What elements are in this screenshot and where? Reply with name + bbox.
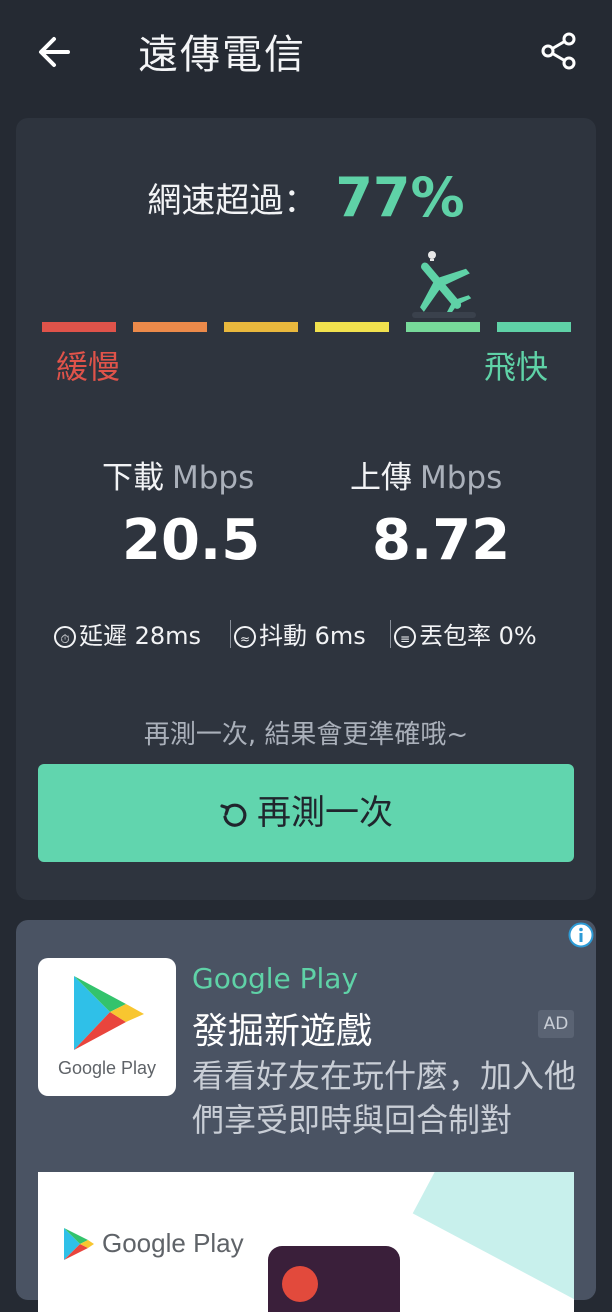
google-play-logo-text: Google Play xyxy=(57,1058,157,1078)
download-value: 20.5 xyxy=(122,508,261,573)
packet-loss-text: 丟包率 0% xyxy=(419,622,537,650)
share-icon[interactable] xyxy=(538,30,580,72)
latency-icon: ⏱ xyxy=(54,626,76,648)
speed-meter-segment xyxy=(224,322,298,332)
info-icon[interactable] xyxy=(568,922,594,948)
speed-meter-segment xyxy=(315,322,389,332)
latency-stat: ⏱ 延遲 28ms xyxy=(54,616,201,651)
stat-divider xyxy=(390,620,391,648)
packet-loss-icon: ≡ xyxy=(394,626,416,648)
ad-brand[interactable]: Google Play xyxy=(192,962,358,995)
speed-percentile: 網速超過： 77% xyxy=(0,166,612,229)
slow-label: 緩慢 xyxy=(56,348,121,386)
download-label: 下載 xyxy=(102,460,164,496)
upload-value: 8.72 xyxy=(372,508,511,573)
speed-meter-segment xyxy=(497,322,571,332)
page-title: 遠傳電信 xyxy=(138,32,306,78)
packet-loss-stat: ≡ 丟包率 0% xyxy=(394,616,537,651)
ad-title[interactable]: 發掘新遊戲 xyxy=(192,1002,372,1054)
speed-meter-segment xyxy=(406,322,480,332)
jitter-icon: ≈ xyxy=(234,626,256,648)
download-unit: Mbps xyxy=(172,460,255,496)
download-heading: 下載 Mbps xyxy=(102,452,254,497)
ad-banner[interactable]: Google Play xyxy=(38,1172,574,1312)
fast-label: 飛快 xyxy=(484,348,549,386)
airplane-icon xyxy=(412,251,476,318)
refresh-icon xyxy=(220,803,247,827)
retest-hint: 再測一次, 結果會更準確哦~ xyxy=(143,720,469,750)
back-arrow-icon[interactable] xyxy=(30,28,78,76)
google-play-logo[interactable]: Google Play xyxy=(38,958,176,1096)
upload-label: 上傳 xyxy=(350,460,412,496)
percentile-label: 網速超過： xyxy=(147,181,318,221)
app-bar: 遠傳電信 xyxy=(0,0,612,104)
network-stats: ⏱ 延遲 28ms ≈ 抖動 6ms ≡ 丟包率 0% xyxy=(54,616,564,654)
retest-button-label: 再測一次 xyxy=(257,793,393,833)
retest-button-content: 再測一次 xyxy=(38,764,574,862)
game-thumbnail xyxy=(268,1246,400,1312)
game-thumbnail-accent xyxy=(282,1266,318,1302)
ad-description: 看看好友在玩什麼，加入他們享受即時與回合制對 xyxy=(192,1057,577,1139)
jitter-text: 抖動 6ms xyxy=(259,622,366,650)
speed-meter-segment xyxy=(42,322,116,332)
upload-unit: Mbps xyxy=(420,460,503,496)
jitter-stat: ≈ 抖動 6ms xyxy=(234,616,366,651)
percentile-value: 77% xyxy=(335,166,465,229)
ad-badge: AD xyxy=(538,1010,574,1038)
banner-brand-text: Google Play xyxy=(102,1228,244,1258)
stat-divider xyxy=(230,620,231,648)
speed-meter-segment xyxy=(133,322,207,332)
play-store-icon xyxy=(64,1228,94,1260)
upload-heading: 上傳 Mbps xyxy=(350,452,502,497)
retest-button[interactable]: 再測一次 xyxy=(38,764,574,862)
banner-decoration xyxy=(412,1172,574,1312)
latency-text: 延遲 28ms xyxy=(79,622,202,650)
